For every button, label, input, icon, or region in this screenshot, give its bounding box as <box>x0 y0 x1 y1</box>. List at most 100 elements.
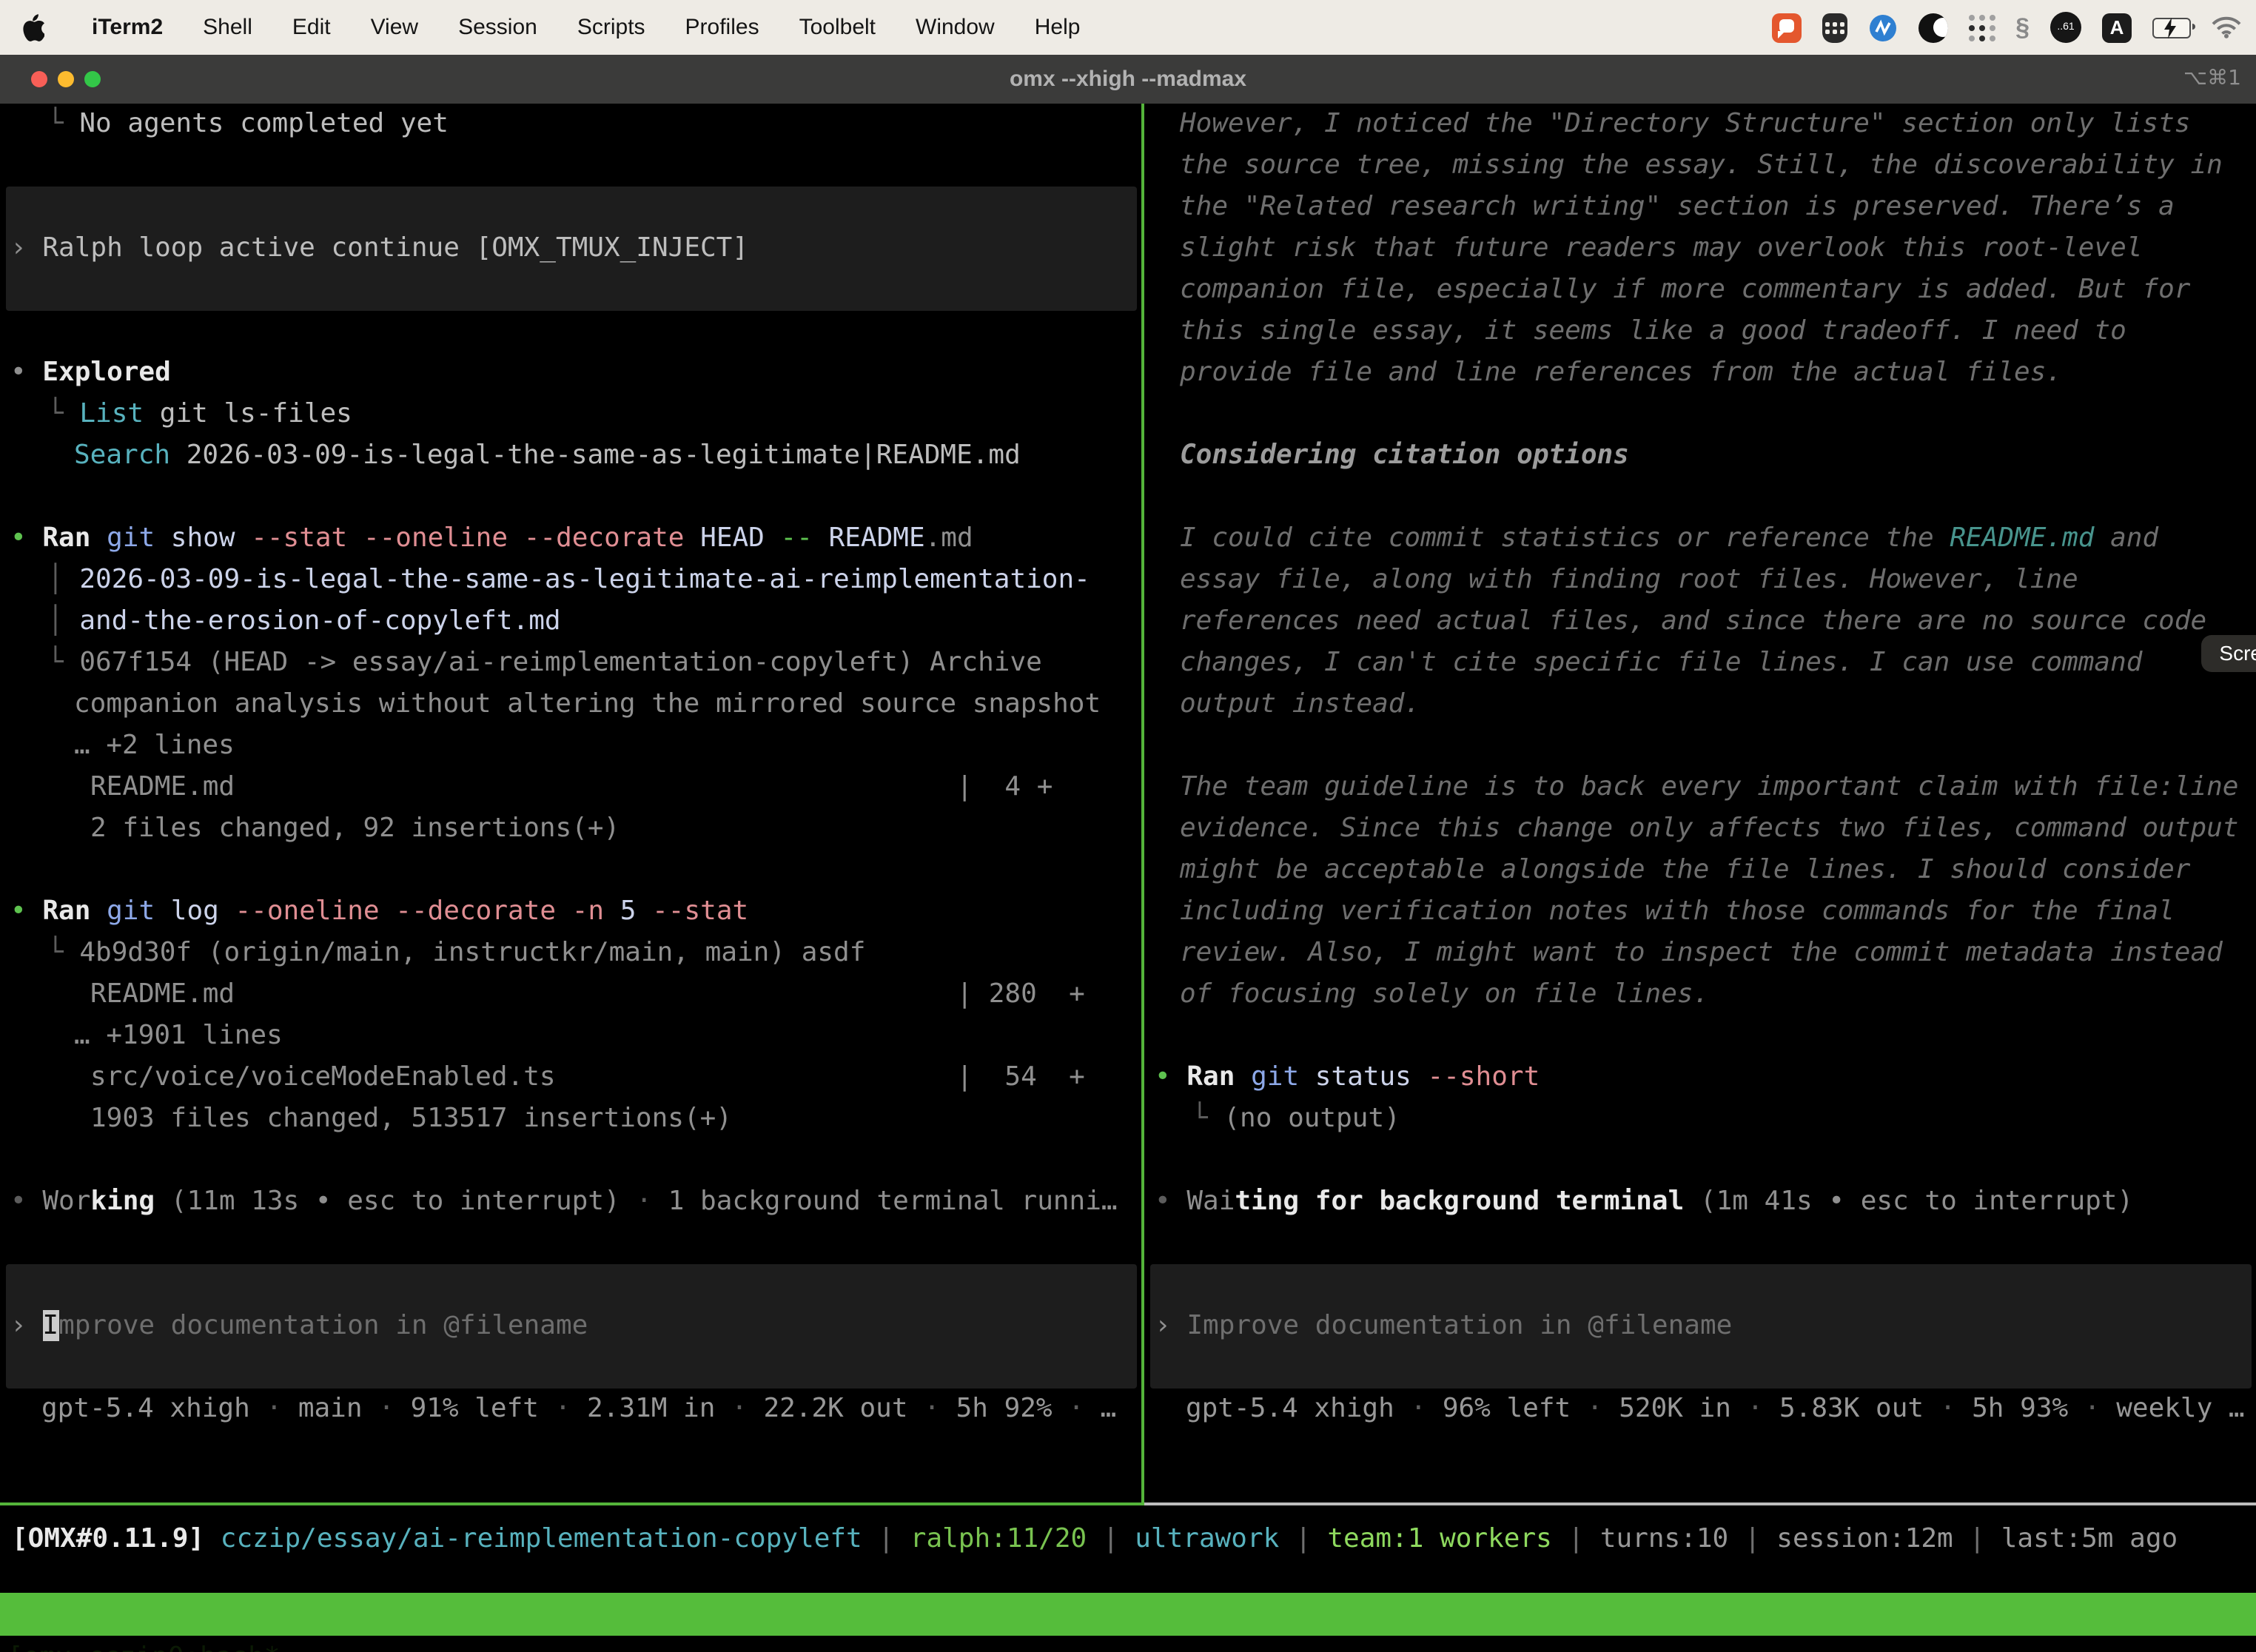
blue-pulse-icon[interactable] <box>1867 13 1897 42</box>
menu-item-view[interactable]: View <box>371 15 419 40</box>
tmux-status-bar: [omx-cczip0:bash* "MacBook-Pro-44.local"… <box>0 1593 2256 1636</box>
text-segment: --stat <box>251 523 347 554</box>
menu-item-edit[interactable]: Edit <box>292 15 331 40</box>
text-segment: Ran <box>1186 1061 1235 1092</box>
terminal-row: references need actual files, and since … <box>1180 601 2206 642</box>
pane-border-left-bottom <box>0 1502 1141 1505</box>
text-segment: 2026-03-09-is-legal-the-same-as-legitima… <box>79 564 1090 595</box>
text-segment: › <box>10 232 42 263</box>
text-segment: | <box>1279 1523 1327 1554</box>
text-segment: · <box>1924 1393 1972 1424</box>
menu-item-window[interactable]: Window <box>916 15 995 40</box>
text-segment <box>556 896 572 927</box>
menu-item-profiles[interactable]: Profiles <box>685 15 759 40</box>
tmux-pane-left[interactable]: └ No agents completed yet › Ralph loop ac… <box>0 104 1141 1505</box>
terminal-row: └ No agents completed yet <box>47 104 449 145</box>
text-segment: 22.2K out <box>763 1393 907 1424</box>
terminal-row: 1903 files changed, 513517 insertions(+) <box>90 1098 732 1140</box>
terminal-row: └ (no output) <box>1192 1098 1400 1140</box>
text-segment: README.md <box>1950 523 2094 554</box>
text-segment: [OMX#0.11.9] <box>12 1523 204 1554</box>
terminal-row: • Waiting for background terminal (1m 41… <box>1155 1181 2133 1223</box>
text-segment <box>380 896 396 927</box>
text-segment: Explored <box>42 357 170 388</box>
text-segment: I could cite commit statistics or refere… <box>1180 523 1950 554</box>
menu-item-iterm2[interactable]: iTerm2 <box>92 15 163 40</box>
text-segment: --decorate <box>524 523 685 554</box>
text-segment: --oneline <box>235 896 380 927</box>
text-segment: Wai <box>1186 1186 1235 1217</box>
text-segment: last:5m ago <box>2001 1523 2178 1554</box>
text-segment: cczip/essay/ai-reimplementation-copyleft <box>221 1523 862 1554</box>
text-segment: -n <box>572 896 604 927</box>
terminal-row: evidence. Since this change only affects… <box>1180 808 2239 850</box>
tmux-pane-right[interactable]: However, I noticed the "Directory Struct… <box>1144 104 2256 1505</box>
text-segment: main <box>298 1393 363 1424</box>
text-segment: Search <box>74 440 170 471</box>
terminal-row: src/voice/voiceModeEnabled.ts | 54 + <box>90 1057 1085 1098</box>
text-segment: 2 files changed, 92 insertions(+) <box>90 813 620 844</box>
menu-status-icons: § ..61 A <box>1771 12 2256 43</box>
screen-record-icon[interactable] <box>1771 13 1801 42</box>
text-segment: • <box>10 357 42 388</box>
dots-grid-icon[interactable] <box>1968 14 1995 41</box>
text-segment: 96% left <box>1443 1393 1571 1424</box>
screen-share-overlay[interactable]: Scre <box>2201 635 2256 672</box>
text-segment: └ <box>47 937 79 968</box>
text-segment: provide file and line references from th… <box>1180 357 2062 388</box>
squiggle-icon[interactable]: § <box>2015 13 2030 42</box>
text-segment: Wor <box>42 1186 90 1217</box>
menu-item-shell[interactable]: Shell <box>203 15 252 40</box>
text-segment: 4b9d30f (origin/main, instructkr/main, m… <box>79 937 865 968</box>
wifi-icon[interactable] <box>2212 16 2241 38</box>
text-segment: Ralph loop active continue [OMX_TMUX_INJ… <box>42 232 748 263</box>
text-segment: --decorate <box>395 896 556 927</box>
text-segment: README.md | 280 + <box>90 978 1085 1010</box>
text-segment: However, I noticed the "Directory Struct… <box>1180 108 2190 139</box>
text-segment: (no output) <box>1223 1103 1400 1134</box>
omx-status-bar: [OMX#0.11.9] cczip/essay/ai-reimplementa… <box>12 1519 2178 1560</box>
terminal-row: • Ran git status --short <box>1155 1057 1540 1098</box>
text-segment: · <box>908 1393 956 1424</box>
text-segment: … +1901 lines <box>74 1020 283 1051</box>
terminal-row: the "Related research writing" section i… <box>1180 187 2175 228</box>
text-segment: this single essay, it seems like a good … <box>1180 315 2126 346</box>
terminal-row: … +1901 lines <box>74 1015 283 1057</box>
text-segment: · <box>715 1393 763 1424</box>
battery-icon[interactable] <box>2152 17 2191 38</box>
prompt-input-right[interactable]: › Improve documentation in @filename <box>1155 1306 1732 1347</box>
text-segment: mprove documentation in @filename <box>58 1310 588 1341</box>
text-segment: the "Related research writing" section i… <box>1180 191 2175 222</box>
prompt-input-left[interactable]: › Improve documentation in @filename <box>10 1306 588 1347</box>
menu-item-session[interactable]: Session <box>458 15 537 40</box>
apple-menu-icon[interactable] <box>21 13 46 41</box>
text-segment: turns:10 <box>1600 1523 1728 1554</box>
text-segment: ultrawork <box>1135 1523 1279 1554</box>
menu-item-toolbelt[interactable]: Toolbelt <box>799 15 876 40</box>
text-segment: gpt-5.4 xhigh <box>1186 1393 1394 1424</box>
text-segment: Improve documentation in @filename <box>1186 1310 1732 1341</box>
iterm2-window: omx --xhigh --madmax ⌥⌘1 └ No agents com… <box>0 55 2256 1652</box>
macos-menu-bar: iTerm2 Shell Edit View Session Scripts Profile… <box>0 0 2256 55</box>
text-segment: › <box>1155 1310 1186 1341</box>
text-segment <box>347 523 363 554</box>
crescent-icon[interactable] <box>1918 13 1947 42</box>
text-segment: review. Also, I might want to inspect th… <box>1180 937 2223 968</box>
window-titlebar[interactable]: omx --xhigh --madmax ⌥⌘1 <box>0 55 2256 104</box>
a-square-icon[interactable]: A <box>2102 13 2132 42</box>
text-segment: · <box>250 1393 298 1424</box>
text-segment: Ran <box>42 523 90 554</box>
badge-61-icon[interactable]: ..61 <box>2050 12 2081 43</box>
terminal-row: essay file, along with finding root file… <box>1180 560 2078 601</box>
terminal-row: README.md | 280 + <box>90 974 1085 1015</box>
terminal-row: • Ran git show --stat --oneline --decora… <box>10 518 973 560</box>
text-segment: | <box>1552 1523 1600 1554</box>
text-segment: and-the-erosion-of-copyleft.md <box>79 605 560 637</box>
terminal-row: this single essay, it seems like a good … <box>1180 311 2126 352</box>
terminal-row: • Ran git log --oneline --decorate -n 5 … <box>10 891 748 933</box>
menu-item-scripts[interactable]: Scripts <box>577 15 645 40</box>
text-segment: · <box>1053 1393 1101 1424</box>
menu-item-help[interactable]: Help <box>1035 15 1081 40</box>
keypad-shield-icon[interactable] <box>1822 13 1847 42</box>
terminal-row: companion file, especially if more comme… <box>1180 269 2190 311</box>
